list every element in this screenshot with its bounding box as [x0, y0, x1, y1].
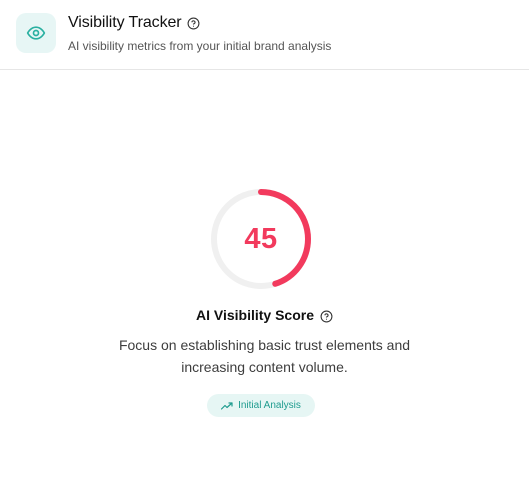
score-description: Focus on establishing basic trust elemen…	[118, 337, 411, 375]
trending-up-icon	[221, 401, 233, 411]
page-title: Visibility Tracker	[68, 14, 182, 31]
score-label: AI Visibility Score	[195, 306, 314, 323]
help-circle-icon[interactable]	[319, 309, 333, 323]
help-circle-icon[interactable]	[187, 16, 201, 30]
badge-label: Initial Analysis	[238, 400, 301, 411]
eye-icon	[16, 13, 56, 53]
analysis-badge: Initial Analysis	[207, 394, 315, 417]
score-label-row: AI Visibility Score	[0, 306, 529, 323]
header-title-row: Visibility Tracker	[68, 14, 201, 32]
page-subtitle: AI visibility metrics from your initial …	[68, 39, 332, 53]
score-value: 45	[244, 222, 278, 255]
visibility-tracker-card: Visibility Tracker AI visibility metrics…	[0, 0, 529, 488]
card-header: Visibility Tracker AI visibility metrics…	[0, 0, 529, 70]
